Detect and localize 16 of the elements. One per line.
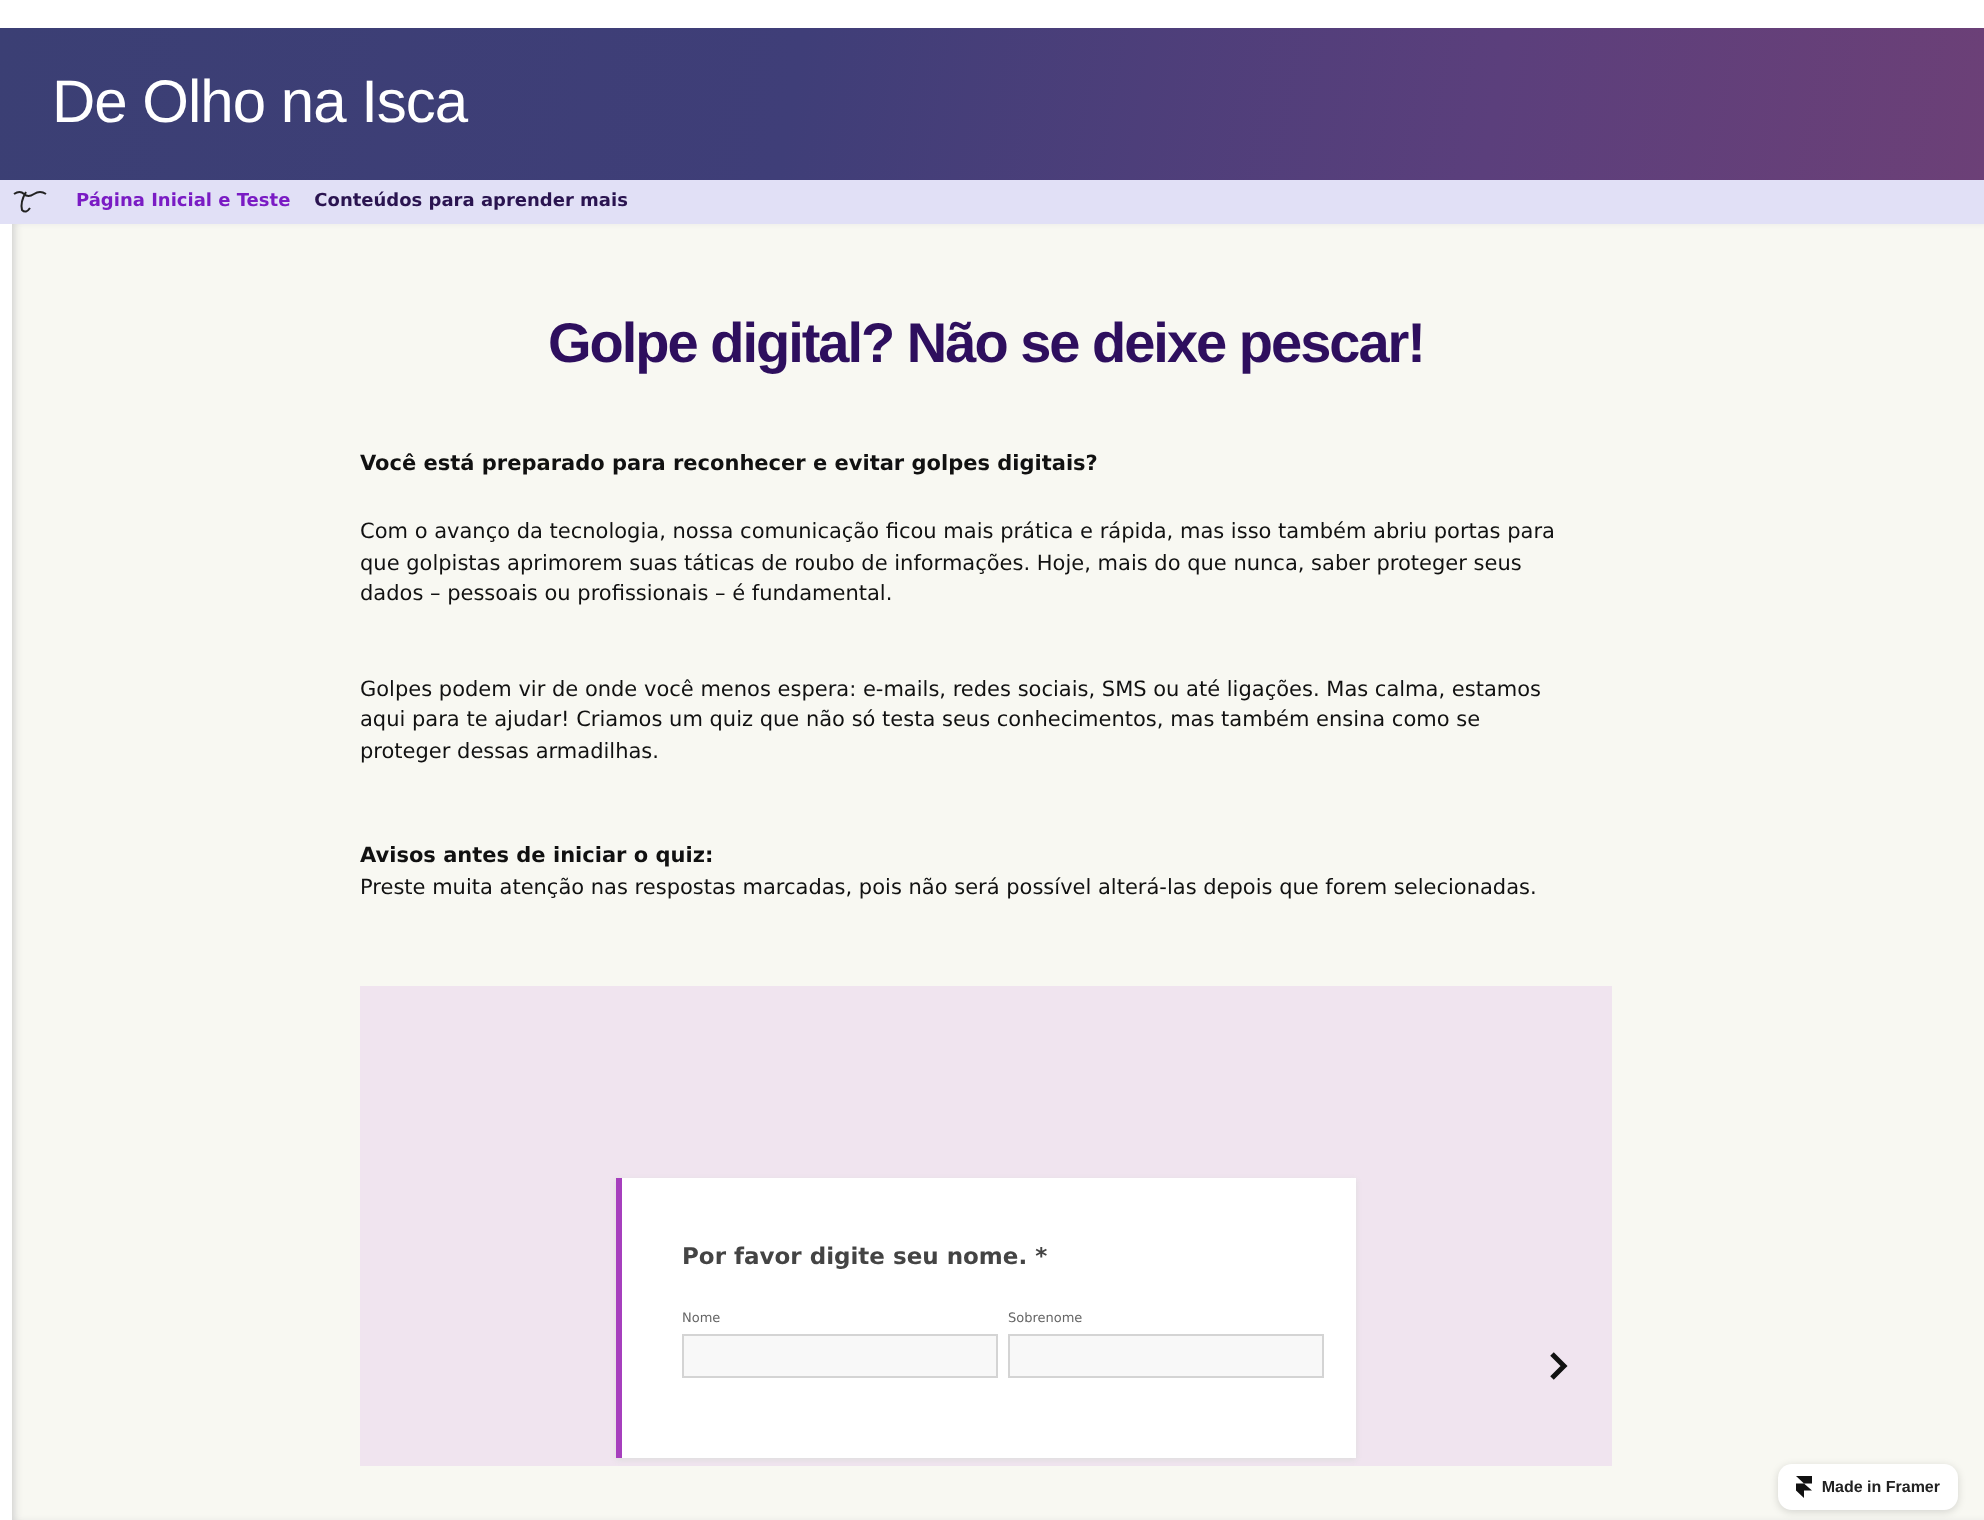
intro-paragraph: Golpes podem vir de onde você menos espera: e-mails, redes sociais, SMS ou até ligações. Mas calma, estamos aqui para te ajudar! Criamos um quiz que não só testa seus conhecimentos, mas também ensina como se proteger dessas armadilhas. [360, 675, 1543, 767]
nav-link[interactable]: Página Inicial e Teste [76, 192, 291, 212]
nav-link[interactable]: Conteúdos para aprender mais [314, 192, 628, 212]
question-text: Por favor digite seu nome. * [682, 1242, 1050, 1270]
notice-title: Avisos antes de iniciar o quiz: [360, 842, 716, 872]
notice-text: Preste muita atenção nas respostas marcadas, pois não será possível alterá-las depois que forem selecionadas. [360, 873, 1539, 903]
framer-logo-icon [1795, 1476, 1812, 1498]
intro-question: Você está preparado para reconhecer e evitar golpes digitais? [360, 452, 1100, 476]
framer-badge[interactable]: Made in Framer [1777, 1464, 1958, 1510]
input-field[interactable] [682, 1334, 998, 1378]
input-field[interactable] [1008, 1334, 1324, 1378]
intro-paragraph: Com o avanço da tecnologia, nossa comunicação ficou mais prática e rápida, mas isso também abriu portas para que golpistas aprimorem suas táticas de roubo de informações. Hoje, mais do que nunca, saber proteger seus dados – pessoais ou profissionais – é fundamental. [360, 518, 1557, 610]
site-title: De Olho na Isca [52, 70, 468, 138]
badge-label: Made in Framer [1821, 1478, 1940, 1496]
page-heading: Golpe digital? Não se deixe pescar! [545, 312, 1427, 376]
hook-logo-icon [12, 188, 52, 216]
